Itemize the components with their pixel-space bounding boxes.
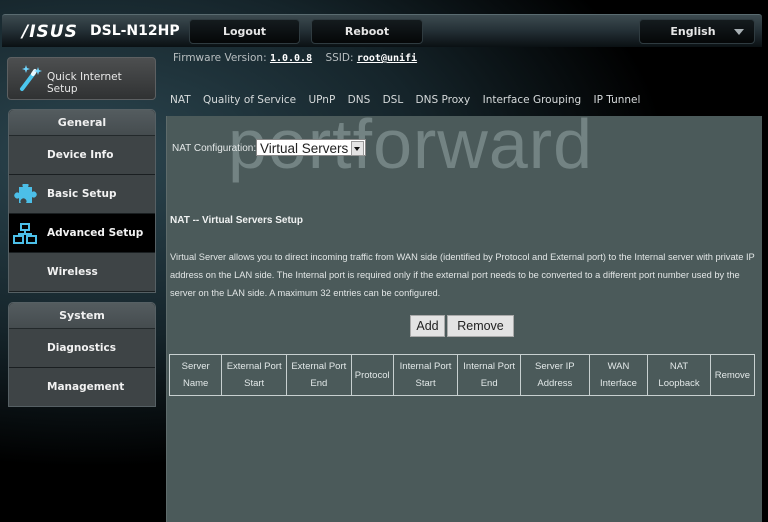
sidebar-item-advanced-setup[interactable]: Advanced Setup	[9, 214, 155, 253]
col-wan-interface: WAN Interface	[588, 354, 649, 396]
magic-wand-icon	[18, 63, 44, 96]
advanced-setup-tabs: NAT Quality of Service UPnP DNS DSL DNS …	[170, 94, 649, 106]
col-internal-port-end: Internal Port End	[457, 354, 521, 396]
sidebar-item-label: Advanced Setup	[47, 227, 144, 239]
sidebar-group-title: System	[9, 303, 155, 329]
col-server-name: Server Name	[168, 354, 223, 396]
ssid-label: SSID:	[325, 52, 354, 64]
sidebar-item-device-info[interactable]: Device Info	[9, 136, 155, 175]
col-external-port-end: External Port End	[285, 354, 352, 396]
firmware-info: Firmware Version: 1.0.0.8 SSID: root@uni…	[173, 52, 417, 64]
sidebar-item-management[interactable]: Management	[9, 368, 155, 406]
dropdown-arrow-icon	[351, 141, 364, 156]
sidebar-item-label: Basic Setup	[47, 188, 117, 200]
sidebar-item-wireless[interactable]: Wireless	[9, 253, 155, 292]
firmware-version-link[interactable]: 1.0.0.8	[270, 53, 312, 64]
sidebar-group-title: General	[9, 110, 155, 136]
tab-ip-tunnel[interactable]: IP Tunnel	[594, 94, 641, 106]
tab-upnp[interactable]: UPnP	[308, 94, 335, 106]
tab-dsl[interactable]: DSL	[383, 94, 404, 106]
table-header-row: Server Name External Port Start External P…	[168, 354, 756, 396]
remove-button[interactable]: Remove	[447, 315, 514, 337]
sidebar-item-label: Device Info	[47, 149, 114, 161]
sidebar-group-general: General Device Info Basic Setup Advanced…	[8, 109, 156, 293]
nat-configuration-label: NAT Configuration:	[172, 143, 257, 154]
model-name: DSL-N12HP	[90, 23, 180, 39]
sidebar-item-diagnostics[interactable]: Diagnostics	[9, 329, 155, 368]
col-external-port-start: External Port Start	[221, 354, 287, 396]
sidebar-group-system: System Diagnostics Management	[8, 302, 156, 407]
tab-interface-grouping[interactable]: Interface Grouping	[483, 94, 582, 106]
reboot-button[interactable]: Reboot	[311, 19, 423, 44]
add-button[interactable]: Add	[410, 315, 445, 337]
quick-internet-setup-label: Quick Internet Setup	[47, 71, 122, 95]
sidebar-item-label: Management	[47, 381, 125, 393]
language-select[interactable]: English	[639, 19, 755, 44]
language-value: English	[670, 25, 716, 38]
col-protocol: Protocol	[350, 354, 394, 396]
quick-internet-setup-button[interactable]: Quick Internet Setup	[7, 57, 156, 100]
tab-quality-of-service[interactable]: Quality of Service	[203, 94, 296, 106]
nat-configuration-select[interactable]: Virtual Servers	[256, 139, 366, 156]
col-internal-port-start: Internal Port Start	[392, 354, 459, 396]
firmware-label: Firmware Version:	[173, 52, 267, 64]
col-nat-loopback: NAT Loopback	[647, 354, 711, 396]
sidebar-item-label: Diagnostics	[47, 342, 116, 354]
nat-configuration-value: Virtual Servers	[260, 141, 349, 156]
asus-logo: /ISUS	[22, 22, 78, 42]
sidebar-item-label: Wireless	[47, 266, 98, 278]
chevron-down-icon	[734, 29, 744, 35]
ssid-link[interactable]: root@unifi	[357, 53, 417, 64]
col-server-ip-address: Server IP Address	[519, 354, 590, 396]
tab-dns[interactable]: DNS	[348, 94, 371, 106]
section-title: NAT -- Virtual Servers Setup	[170, 215, 303, 226]
tab-dns-proxy[interactable]: DNS Proxy	[416, 94, 471, 106]
tab-nat[interactable]: NAT	[170, 94, 191, 106]
logout-button[interactable]: Logout	[189, 19, 300, 44]
section-description: Virtual Server allows you to direct inco…	[170, 252, 755, 298]
virtual-servers-table: Server Name External Port Start External P…	[168, 354, 756, 396]
sidebar-item-basic-setup[interactable]: Basic Setup	[9, 175, 155, 214]
col-remove: Remove	[709, 354, 756, 396]
